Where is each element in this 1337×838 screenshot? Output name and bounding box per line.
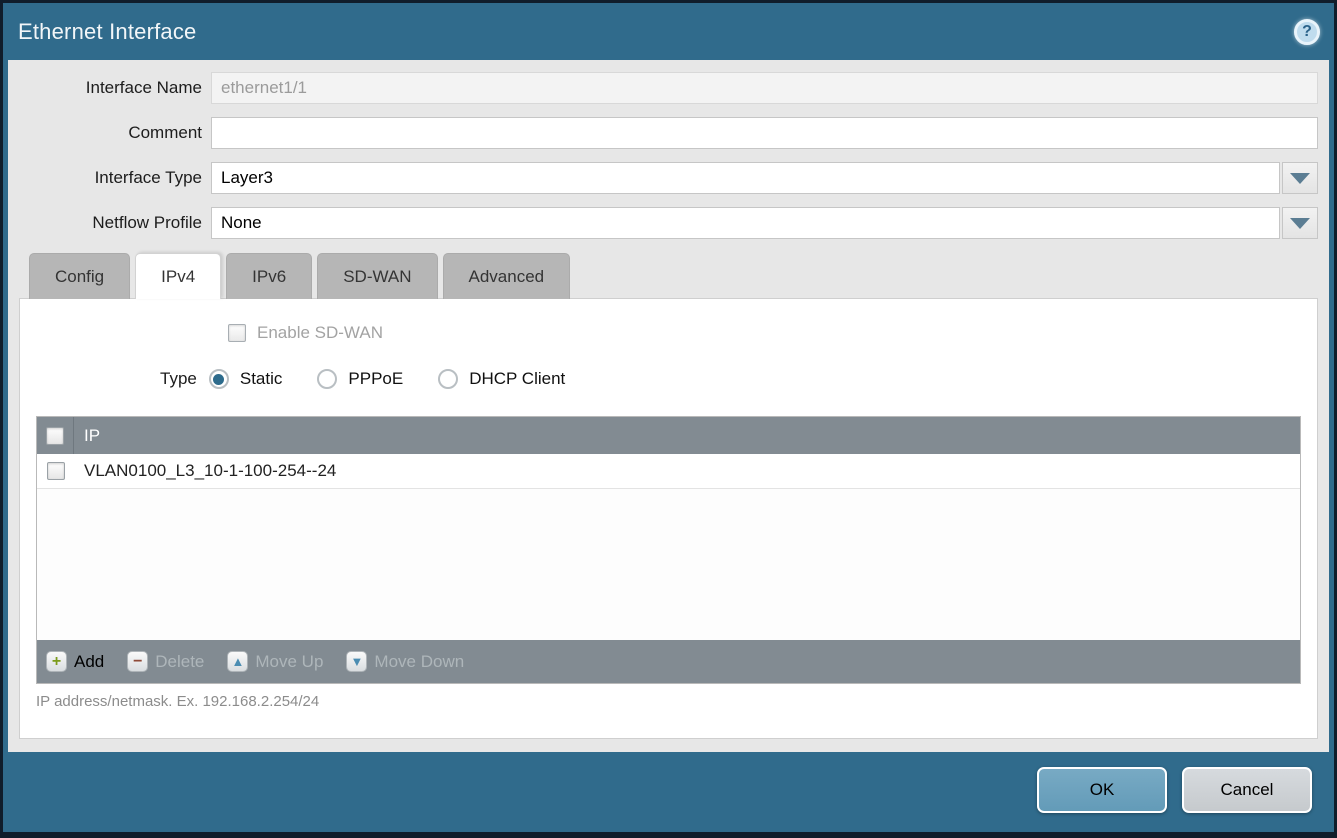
interface-type-field[interactable] [211, 162, 1280, 194]
tab-advanced[interactable]: Advanced [443, 253, 571, 299]
ethernet-interface-dialog: Ethernet Interface ? Interface Name Comm… [3, 3, 1334, 832]
delete-button[interactable]: − Delete [127, 651, 204, 672]
dialog-footer: OK Cancel [3, 752, 1334, 832]
ip-format-hint: IP address/netmask. Ex. 192.168.2.254/24 [36, 693, 1301, 710]
chevron-down-icon [1290, 218, 1310, 229]
row-checkbox-cell [37, 454, 74, 488]
netflow-profile-combo [211, 207, 1318, 239]
screen: Ethernet Interface ? Interface Name Comm… [0, 0, 1337, 838]
tab-ipv4[interactable]: IPv4 [135, 253, 221, 299]
move-down-button-label: Move Down [374, 652, 464, 672]
comment-row: Comment [19, 117, 1318, 149]
netflow-profile-label: Netflow Profile [19, 213, 211, 233]
row-checkbox[interactable] [47, 462, 65, 480]
help-icon[interactable]: ? [1294, 19, 1320, 45]
enable-sdwan-checkbox [228, 324, 246, 342]
tab-config[interactable]: Config [29, 253, 130, 299]
ip-table: IP VLAN0100_L3_10-1-100-254--24 + [36, 416, 1301, 684]
radio-pppoe-label: PPPoE [348, 369, 403, 389]
minus-icon: − [127, 651, 148, 672]
radio-static-label: Static [240, 369, 283, 389]
table-row[interactable]: VLAN0100_L3_10-1-100-254--24 [37, 454, 1300, 489]
enable-sdwan-row: Enable SD-WAN [228, 323, 1301, 343]
interface-type-combo [211, 162, 1318, 194]
dialog-body: Interface Name Comment Interface Type Ne… [8, 60, 1329, 752]
netflow-profile-dropdown-button[interactable] [1282, 207, 1318, 239]
tab-sd-wan[interactable]: SD-WAN [317, 253, 437, 299]
interface-name-field [211, 72, 1318, 104]
plus-icon: + [46, 651, 67, 672]
delete-button-label: Delete [155, 652, 204, 672]
ip-cell-value: VLAN0100_L3_10-1-100-254--24 [74, 461, 336, 481]
add-button[interactable]: + Add [46, 651, 104, 672]
select-all-cell [37, 417, 74, 454]
ip-table-body: VLAN0100_L3_10-1-100-254--24 [37, 454, 1300, 640]
dialog-title: Ethernet Interface [18, 19, 196, 45]
ip-table-toolbar: + Add − Delete ▲ Move Up ▼ [37, 640, 1300, 683]
interface-type-label: Interface Type [19, 168, 211, 188]
comment-label: Comment [19, 123, 211, 143]
radio-static[interactable]: Static [209, 369, 283, 389]
ip-column-header: IP [74, 426, 100, 446]
radio-pppoe[interactable]: PPPoE [317, 369, 403, 389]
dialog-titlebar: Ethernet Interface ? [3, 3, 1334, 60]
enable-sdwan-label: Enable SD-WAN [257, 323, 383, 343]
ok-button[interactable]: OK [1037, 767, 1167, 813]
netflow-profile-field[interactable] [211, 207, 1280, 239]
ip-table-header: IP [37, 417, 1300, 454]
move-up-button[interactable]: ▲ Move Up [227, 651, 323, 672]
radio-dhcp-client[interactable]: DHCP Client [438, 369, 565, 389]
radio-icon [317, 369, 337, 389]
type-label: Type [160, 369, 197, 389]
radio-icon [209, 369, 229, 389]
interface-type-row: Interface Type [19, 162, 1318, 194]
type-radio-group: Type Static PPPoE DHCP Client [160, 369, 1301, 389]
interface-type-dropdown-button[interactable] [1282, 162, 1318, 194]
chevron-down-icon [1290, 173, 1310, 184]
move-down-button[interactable]: ▼ Move Down [346, 651, 464, 672]
radio-icon [438, 369, 458, 389]
cancel-button[interactable]: Cancel [1182, 767, 1312, 813]
comment-field[interactable] [211, 117, 1318, 149]
interface-name-row: Interface Name [19, 72, 1318, 104]
select-all-checkbox[interactable] [46, 427, 64, 445]
tab-bar: Config IPv4 IPv6 SD-WAN Advanced [19, 253, 1318, 299]
tab-ipv6[interactable]: IPv6 [226, 253, 312, 299]
netflow-profile-row: Netflow Profile [19, 207, 1318, 239]
radio-dhcp-client-label: DHCP Client [469, 369, 565, 389]
ipv4-tab-panel: Enable SD-WAN Type Static PPPoE DHCP Cli… [19, 298, 1318, 739]
arrow-up-icon: ▲ [227, 651, 248, 672]
interface-name-label: Interface Name [19, 78, 211, 98]
move-up-button-label: Move Up [255, 652, 323, 672]
add-button-label: Add [74, 652, 104, 672]
arrow-down-icon: ▼ [346, 651, 367, 672]
